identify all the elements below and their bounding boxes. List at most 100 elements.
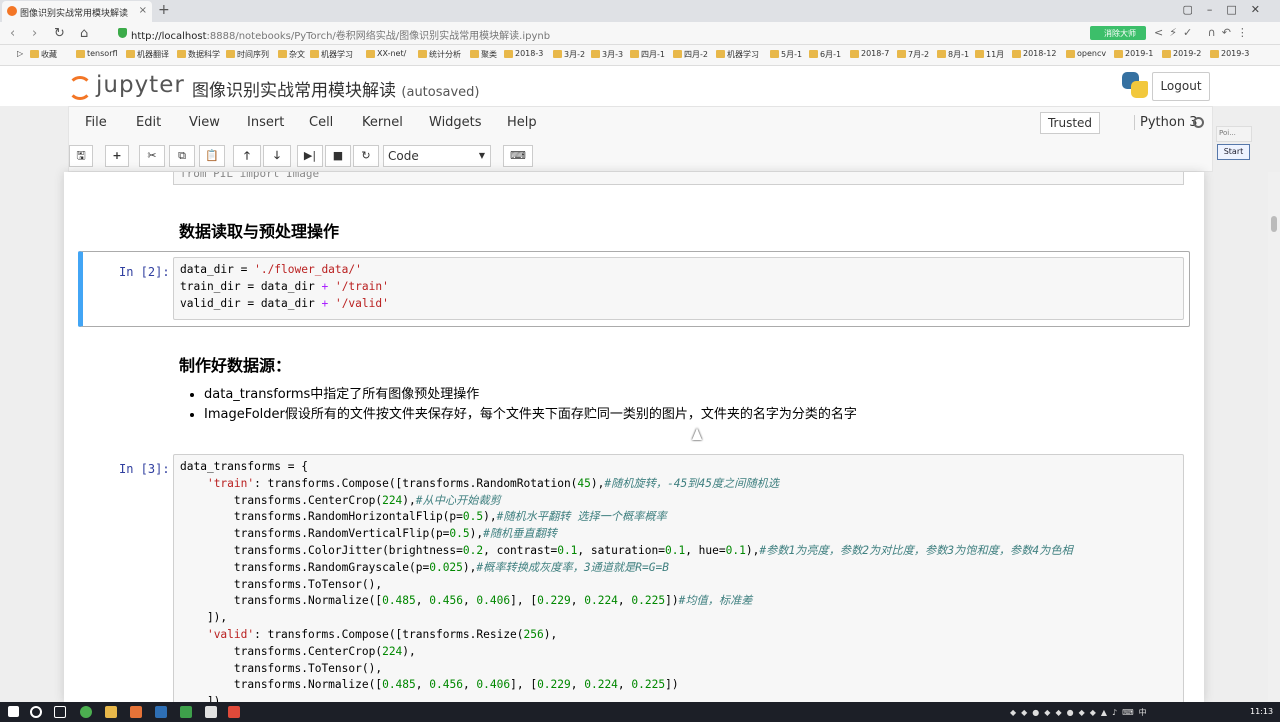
paste-icon: 📋 <box>205 149 219 162</box>
bookmark-item[interactable]: 2019-3 <box>1210 49 1249 58</box>
move-down-button[interactable]: 🡓 <box>263 145 291 167</box>
restart-button[interactable]: ↻ <box>353 145 379 167</box>
reload-icon[interactable]: ↻ <box>54 26 65 41</box>
page-scrollbar[interactable] <box>1268 172 1280 702</box>
menu-kernel[interactable]: Kernel <box>362 115 403 130</box>
address-bar: ‹ › ↻ ⌂ http://localhost:8888/notebooks/… <box>0 22 1280 45</box>
cut-button[interactable]: ✂ <box>139 145 165 167</box>
move-up-button[interactable]: 🡑 <box>233 145 261 167</box>
back-icon[interactable]: ‹ <box>10 26 15 41</box>
logout-button[interactable]: Logout <box>1152 72 1210 101</box>
menu-cell[interactable]: Cell <box>309 115 333 130</box>
close-tab-icon[interactable]: × <box>139 5 147 16</box>
bookmark-item[interactable]: 2018-7 <box>850 49 889 58</box>
home-icon[interactable]: ⌂ <box>80 26 88 41</box>
forward-icon[interactable]: › <box>32 26 37 41</box>
insert-cell-button[interactable]: + <box>105 145 129 167</box>
window-controls[interactable]: ▢–□✕ <box>1182 3 1274 16</box>
bullet-list: data_transforms中指定了所有图像预处理操作 ImageFolder… <box>204 385 857 425</box>
bookmark-item[interactable]: 2018-3 <box>504 49 543 58</box>
jupyter-logo-text: jupyter <box>96 72 185 98</box>
save-button[interactable]: 🖫 <box>69 145 93 167</box>
extension-button[interactable]: 消除大师 <box>1090 26 1146 40</box>
run-button[interactable]: ▶| <box>297 145 323 167</box>
bookmark-item[interactable]: 四月-1 <box>630 49 665 60</box>
menu-file[interactable]: File <box>85 115 107 130</box>
bookmark-item[interactable]: 收藏 <box>30 49 57 60</box>
bookmark-item[interactable]: 7月-2 <box>897 49 929 60</box>
bookmark-item[interactable]: 2019-1 <box>1114 49 1153 58</box>
search-icon[interactable] <box>30 706 42 718</box>
app-icon[interactable] <box>80 706 92 718</box>
plus-icon: + <box>112 149 122 162</box>
bookmark-item[interactable]: 聚类 <box>470 49 497 60</box>
bookmark-item[interactable]: 机器学习 <box>716 49 759 60</box>
bookmark-item[interactable]: 3月-3 <box>591 49 623 60</box>
restart-icon: ↻ <box>361 149 371 162</box>
command-palette-button[interactable]: ⌨ <box>503 145 533 167</box>
code-cell-2-source: data_dir = './flower_data/' train_dir = … <box>180 263 389 310</box>
browser-action-icons[interactable]: <⚡✓ ∩↶⋮ <box>1154 26 1254 39</box>
system-tray-icons[interactable]: ◆◆●◆◆●◆◆▲♪⌨中 <box>1010 707 1152 718</box>
notebook-name: 图像识别实战常用模块解读 <box>192 81 396 101</box>
bookmark-item[interactable]: 时间序列 <box>226 49 269 60</box>
menu-view[interactable]: View <box>189 115 220 130</box>
start-button[interactable]: Start <box>1217 144 1250 160</box>
browser-tab-title: 图像识别实战常用模块解读 <box>20 9 129 19</box>
bookmark-item[interactable]: 2019-2 <box>1162 49 1201 58</box>
bookmark-item[interactable]: 5月-1 <box>770 49 802 60</box>
cell-prompt: In [3]: <box>119 462 170 476</box>
scissors-icon: ✂ <box>147 149 157 162</box>
bookmark-item[interactable]: 机器学习 <box>310 49 353 60</box>
bookmark-item[interactable]: 8月-1 <box>937 49 969 60</box>
bookmark-item[interactable]: 6月-1 <box>809 49 841 60</box>
browser-tab[interactable]: 图像识别实战常用模块解读 × <box>2 1 152 22</box>
kernel-name: Python 3 <box>1134 115 1197 130</box>
bookmark-item[interactable]: 数据科学 <box>177 49 220 60</box>
bookmark-item[interactable]: 统计分析 <box>418 49 461 60</box>
autosave-status: (autosaved) <box>401 85 480 100</box>
bookmark-item[interactable]: opencv <box>1066 49 1106 58</box>
folder-icon[interactable] <box>105 706 117 718</box>
interrupt-button[interactable]: ■ <box>325 145 351 167</box>
url-field[interactable]: http://localhost:8888/notebooks/PyTorch/… <box>131 27 550 42</box>
menu-help[interactable]: Help <box>507 115 537 130</box>
previous-code-cell[interactable]: from PIL import Image <box>173 172 1184 185</box>
menu-edit[interactable]: Edit <box>136 115 161 130</box>
arrow-up-icon: 🡑 <box>244 149 250 162</box>
mouse-cursor-icon <box>692 428 702 440</box>
scrollbar-thumb[interactable] <box>1271 216 1277 232</box>
app-icon[interactable] <box>155 706 167 718</box>
bookmark-item[interactable]: 11月 <box>975 49 1004 60</box>
bookmark-item[interactable]: XX-net/ <box>366 49 406 58</box>
code-cell-3[interactable]: data_transforms = { 'train': transforms.… <box>173 454 1184 702</box>
bookmark-item[interactable]: 杂文 <box>278 49 305 60</box>
app-icon[interactable] <box>130 706 142 718</box>
copy-icon: ⧉ <box>178 149 186 162</box>
copy-button[interactable]: ⧉ <box>169 145 195 167</box>
bookmarks-arrow-icon[interactable]: ▷ <box>6 49 23 58</box>
app-icon[interactable] <box>205 706 217 718</box>
trusted-indicator[interactable]: Trusted <box>1040 112 1100 134</box>
app-icon[interactable] <box>228 706 240 718</box>
cell-prompt: In [2]: <box>119 265 170 279</box>
side-widget[interactable]: Poi... <box>1216 126 1252 142</box>
bookmark-item[interactable]: tensorfl <box>76 49 118 58</box>
windows-start-icon[interactable] <box>8 706 19 717</box>
code-cell-2[interactable]: data_dir = './flower_data/' train_dir = … <box>173 257 1184 320</box>
bookmark-item[interactable]: 3月-2 <box>553 49 585 60</box>
new-tab-icon[interactable]: + <box>158 2 170 18</box>
menu-widgets[interactable]: Widgets <box>429 115 482 130</box>
bookmark-item[interactable]: 四月-2 <box>673 49 708 60</box>
bookmark-item[interactable]: 机器翻译 <box>126 49 169 60</box>
paste-button[interactable]: 📋 <box>199 145 225 167</box>
bookmark-item[interactable]: 2018-12 <box>1012 49 1056 58</box>
security-shield-icon <box>118 28 127 38</box>
menu-insert[interactable]: Insert <box>247 115 284 130</box>
section-heading: 制作好数据源： <box>179 356 292 375</box>
app-icon[interactable] <box>180 706 192 718</box>
cell-type-select[interactable]: Code ▼ <box>383 145 491 167</box>
jupyter-header: jupyter 图像识别实战常用模块解读 (autosaved) Logout <box>0 66 1280 106</box>
notebook-title[interactable]: 图像识别实战常用模块解读 (autosaved) <box>192 76 480 101</box>
task-view-icon[interactable] <box>54 706 66 718</box>
